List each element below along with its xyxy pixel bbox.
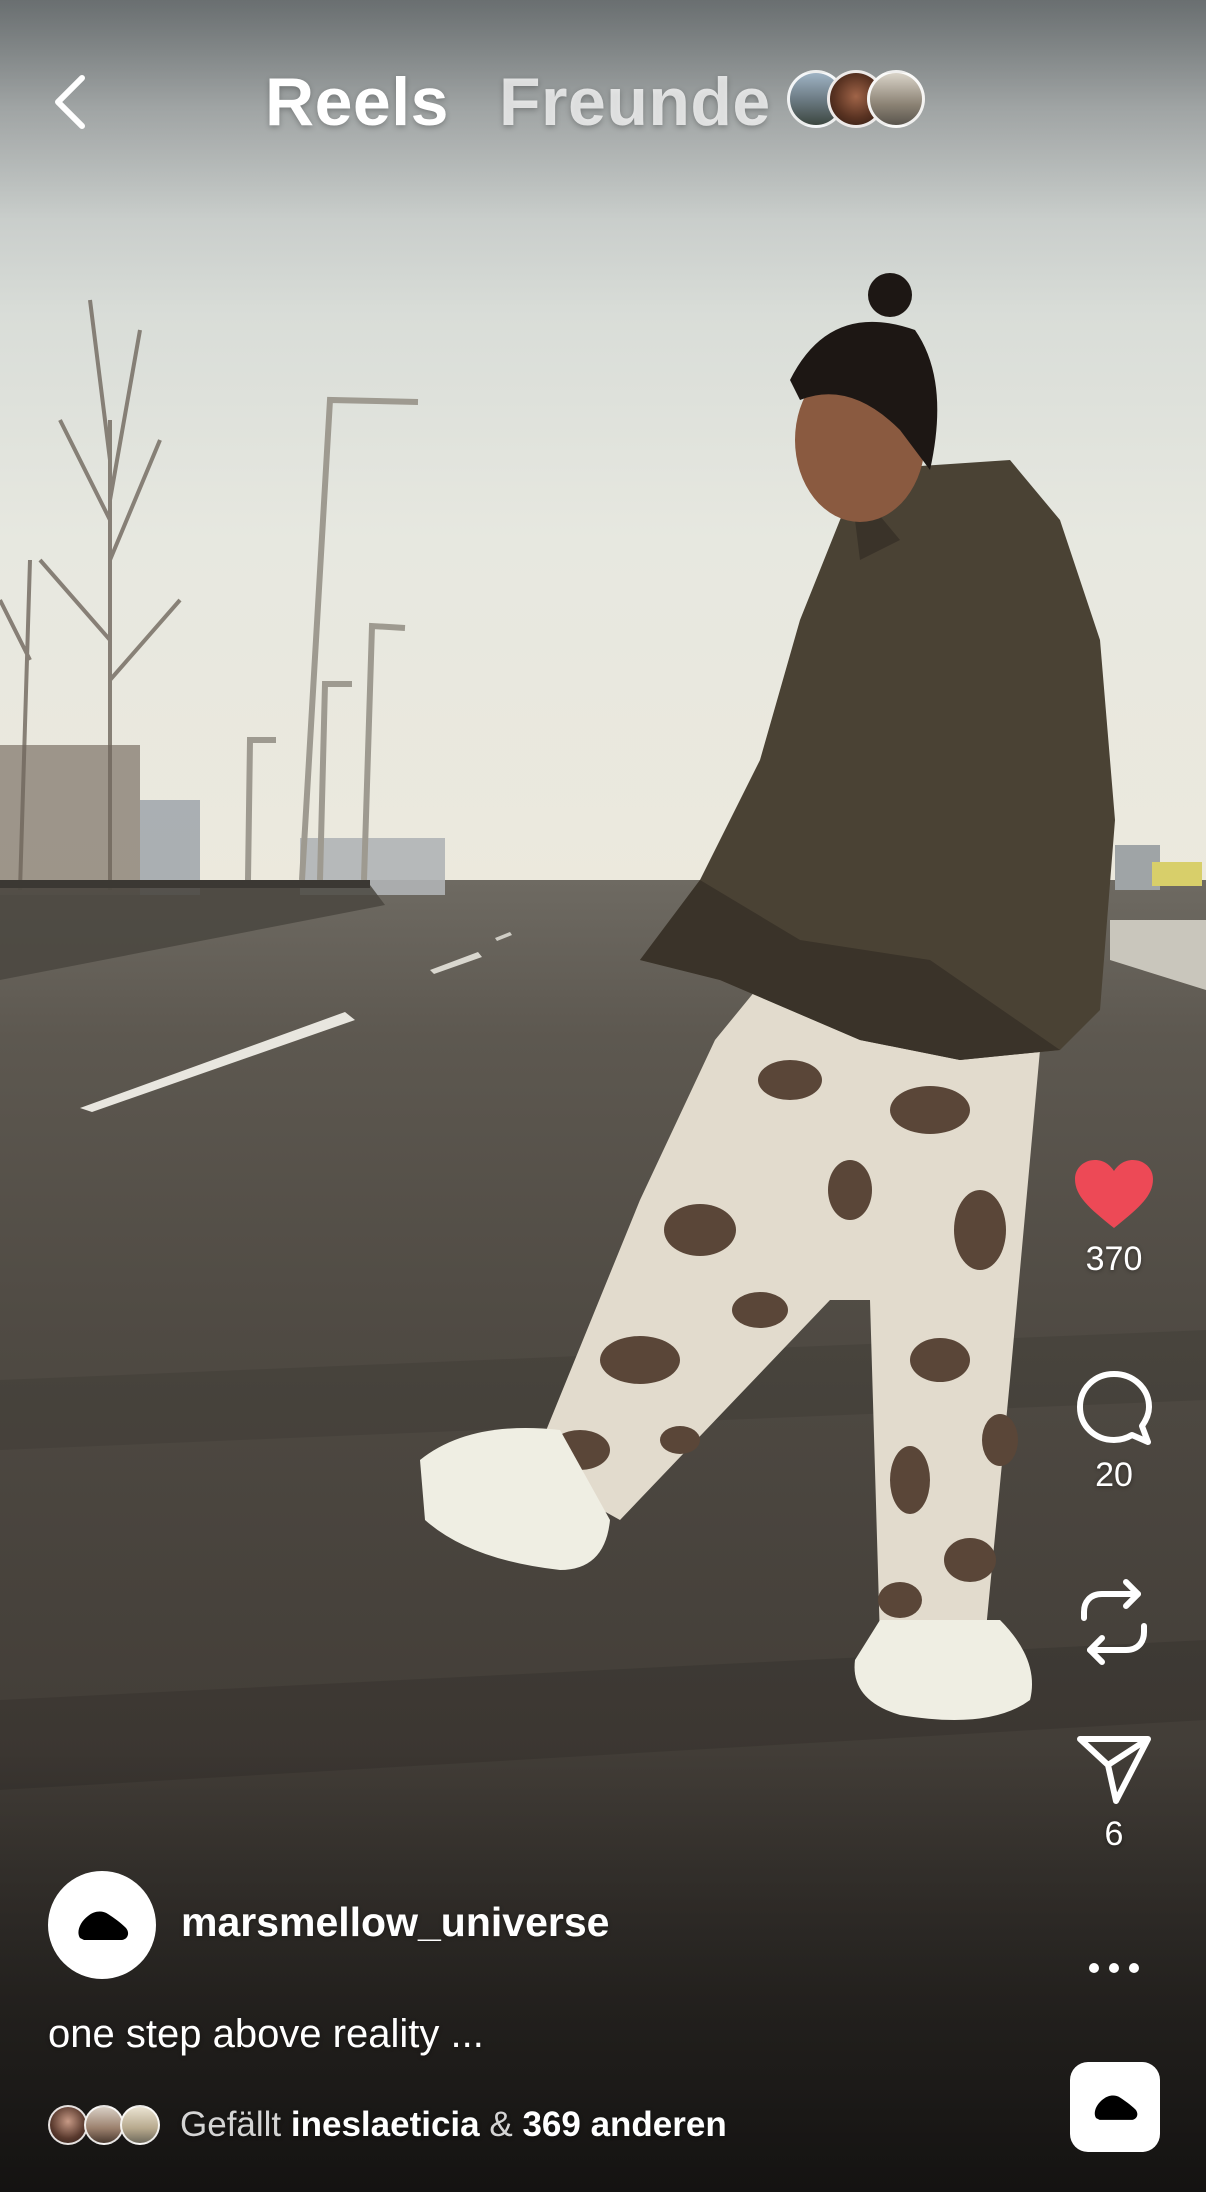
tab-friends[interactable]: Freunde xyxy=(499,62,771,142)
heart-filled-icon xyxy=(1075,1160,1153,1228)
liked-by-avatars xyxy=(48,2103,160,2147)
friend-avatar xyxy=(867,70,925,128)
author-username[interactable]: marsmellow_universe xyxy=(181,1899,609,1946)
repost-button[interactable] xyxy=(1064,1578,1164,1666)
paper-plane-icon xyxy=(1077,1736,1151,1804)
share-count: 6 xyxy=(1104,1815,1124,1853)
chevron-left-icon xyxy=(55,75,85,129)
comment-count: 20 xyxy=(1095,1456,1133,1494)
tab-reels[interactable]: Reels xyxy=(265,62,449,142)
author-avatar[interactable] xyxy=(48,1871,156,1979)
liked-by-prefix: Gefällt xyxy=(180,2105,282,2144)
shoe-logo-icon xyxy=(1094,2095,1138,2120)
liked-by-others[interactable]: 369 anderen xyxy=(522,2105,726,2144)
shoe-logo-icon xyxy=(78,1911,129,1940)
more-horizontal-icon xyxy=(1089,1963,1139,1973)
back-button[interactable] xyxy=(40,68,100,136)
avatar xyxy=(48,2105,88,2145)
reel-viewer[interactable]: Reels Freunde 370 20 6 marsmellow_univer… xyxy=(0,0,1206,2192)
comment-button[interactable]: 20 xyxy=(1064,1370,1164,1495)
liked-by-connector: & xyxy=(489,2105,513,2144)
more-options-button[interactable] xyxy=(1084,1948,1144,1988)
liked-by-row[interactable]: Gefällt ineslaeticia & 369 anderen xyxy=(48,2100,727,2150)
like-count: 370 xyxy=(1085,1240,1143,1278)
comment-icon xyxy=(1077,1371,1152,1445)
friend-avatars[interactable] xyxy=(787,70,947,130)
avatar xyxy=(120,2105,160,2145)
liked-by-user[interactable]: ineslaeticia xyxy=(291,2105,480,2144)
post-caption[interactable]: one step above reality ... xyxy=(48,2012,484,2057)
repost-icon xyxy=(1081,1579,1147,1665)
avatar xyxy=(84,2105,124,2145)
liked-by-text: Gefällt ineslaeticia & 369 anderen xyxy=(180,2105,727,2145)
like-button[interactable]: 370 xyxy=(1064,1158,1164,1279)
audio-button[interactable] xyxy=(1070,2062,1160,2152)
share-button[interactable]: 6 xyxy=(1064,1735,1164,1854)
